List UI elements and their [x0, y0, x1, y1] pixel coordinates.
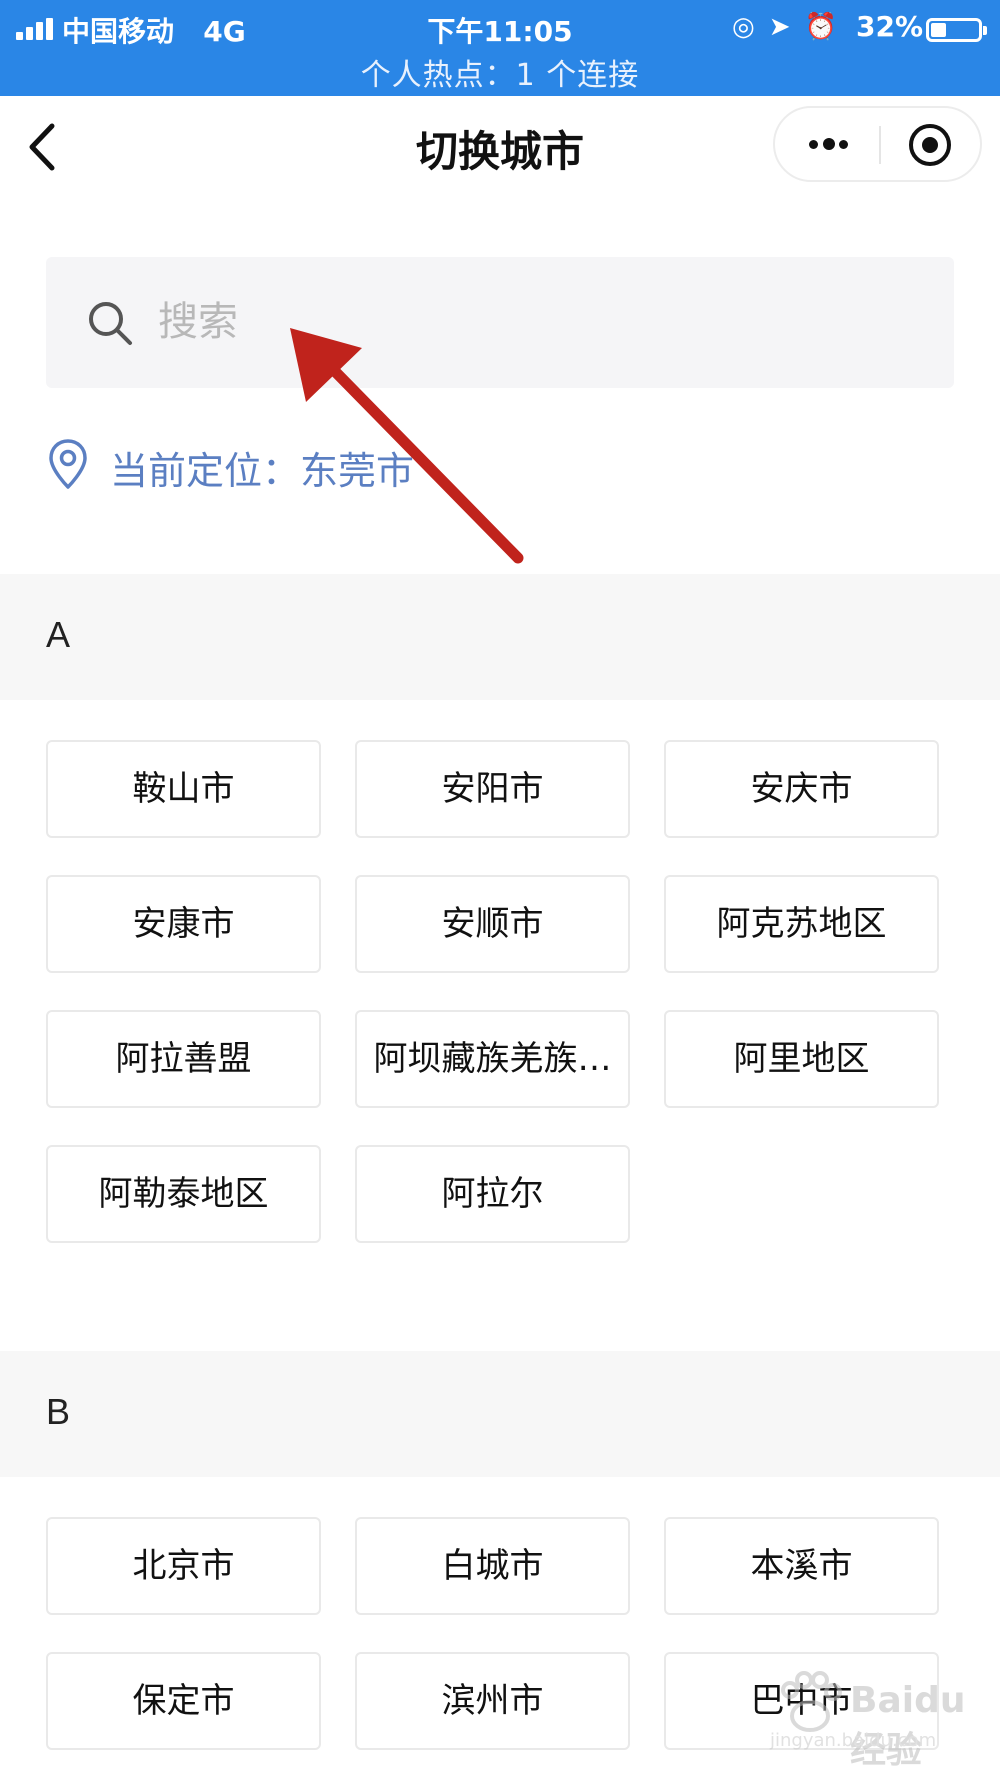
city-button[interactable]: 阿拉善盟: [46, 1010, 321, 1108]
section-header-b: B: [0, 1351, 1000, 1477]
nav-bar: 切换城市: [0, 96, 1000, 196]
city-button[interactable]: 阿克苏地区: [664, 875, 939, 973]
status-bar: 中国移动 4G 下午11:05 ◎➤⏰ 32% 个人热点：1 个连接: [0, 0, 1000, 96]
city-button[interactable]: 阿坝藏族羌族…: [355, 1010, 630, 1108]
city-button[interactable]: 阿里地区: [664, 1010, 939, 1108]
search-bar[interactable]: [46, 257, 954, 388]
miniprogram-capsule: [773, 106, 982, 182]
location-label: 当前定位：: [110, 449, 301, 493]
watermark-brand: Baidu经验: [850, 1680, 966, 1771]
city-button[interactable]: 保定市: [46, 1652, 321, 1750]
search-input[interactable]: [158, 287, 918, 357]
location-arrow-icon: ➤: [768, 12, 805, 42]
section-letter: A: [46, 614, 71, 655]
city-button[interactable]: 白城市: [355, 1517, 630, 1615]
city-button[interactable]: 安康市: [46, 875, 321, 973]
more-dot-icon: [823, 138, 835, 150]
battery-percent: 32%: [856, 10, 924, 43]
hotspot-status[interactable]: 个人热点：1 个连接: [0, 50, 1000, 94]
city-button[interactable]: 鞍山市: [46, 740, 321, 838]
location-city[interactable]: 东莞市: [300, 449, 414, 493]
location-text: 当前定位：东莞市: [110, 440, 414, 495]
close-miniprogram-icon[interactable]: [909, 124, 951, 166]
capsule-divider: [879, 126, 881, 164]
city-button[interactable]: 安阳市: [355, 740, 630, 838]
rotation-lock-icon: ◎: [732, 12, 769, 42]
more-button[interactable]: [775, 108, 879, 180]
city-button[interactable]: 滨州市: [355, 1652, 630, 1750]
section-letter: B: [46, 1391, 71, 1432]
city-button[interactable]: 阿拉尔: [355, 1145, 630, 1243]
battery-icon: [926, 18, 987, 42]
watermark-url: jingyan.baidu.com: [770, 1730, 937, 1751]
section-header-a: A: [0, 574, 1000, 700]
status-icons: ◎➤⏰: [732, 12, 851, 42]
more-dot-icon: [839, 140, 848, 149]
search-icon: [89, 302, 132, 345]
city-button[interactable]: 阿勒泰地区: [46, 1145, 321, 1243]
city-button[interactable]: 安顺市: [355, 875, 630, 973]
location-pin-icon: [49, 439, 87, 489]
city-button[interactable]: 本溪市: [664, 1517, 939, 1615]
alarm-icon: ⏰: [804, 12, 851, 42]
city-button[interactable]: 安庆市: [664, 740, 939, 838]
city-button[interactable]: 北京市: [46, 1517, 321, 1615]
baidu-watermark: Baidu经验 jingyan.baidu.com: [760, 1660, 980, 1771]
paw-logo-icon: [781, 1671, 842, 1732]
more-dot-icon: [809, 140, 818, 149]
